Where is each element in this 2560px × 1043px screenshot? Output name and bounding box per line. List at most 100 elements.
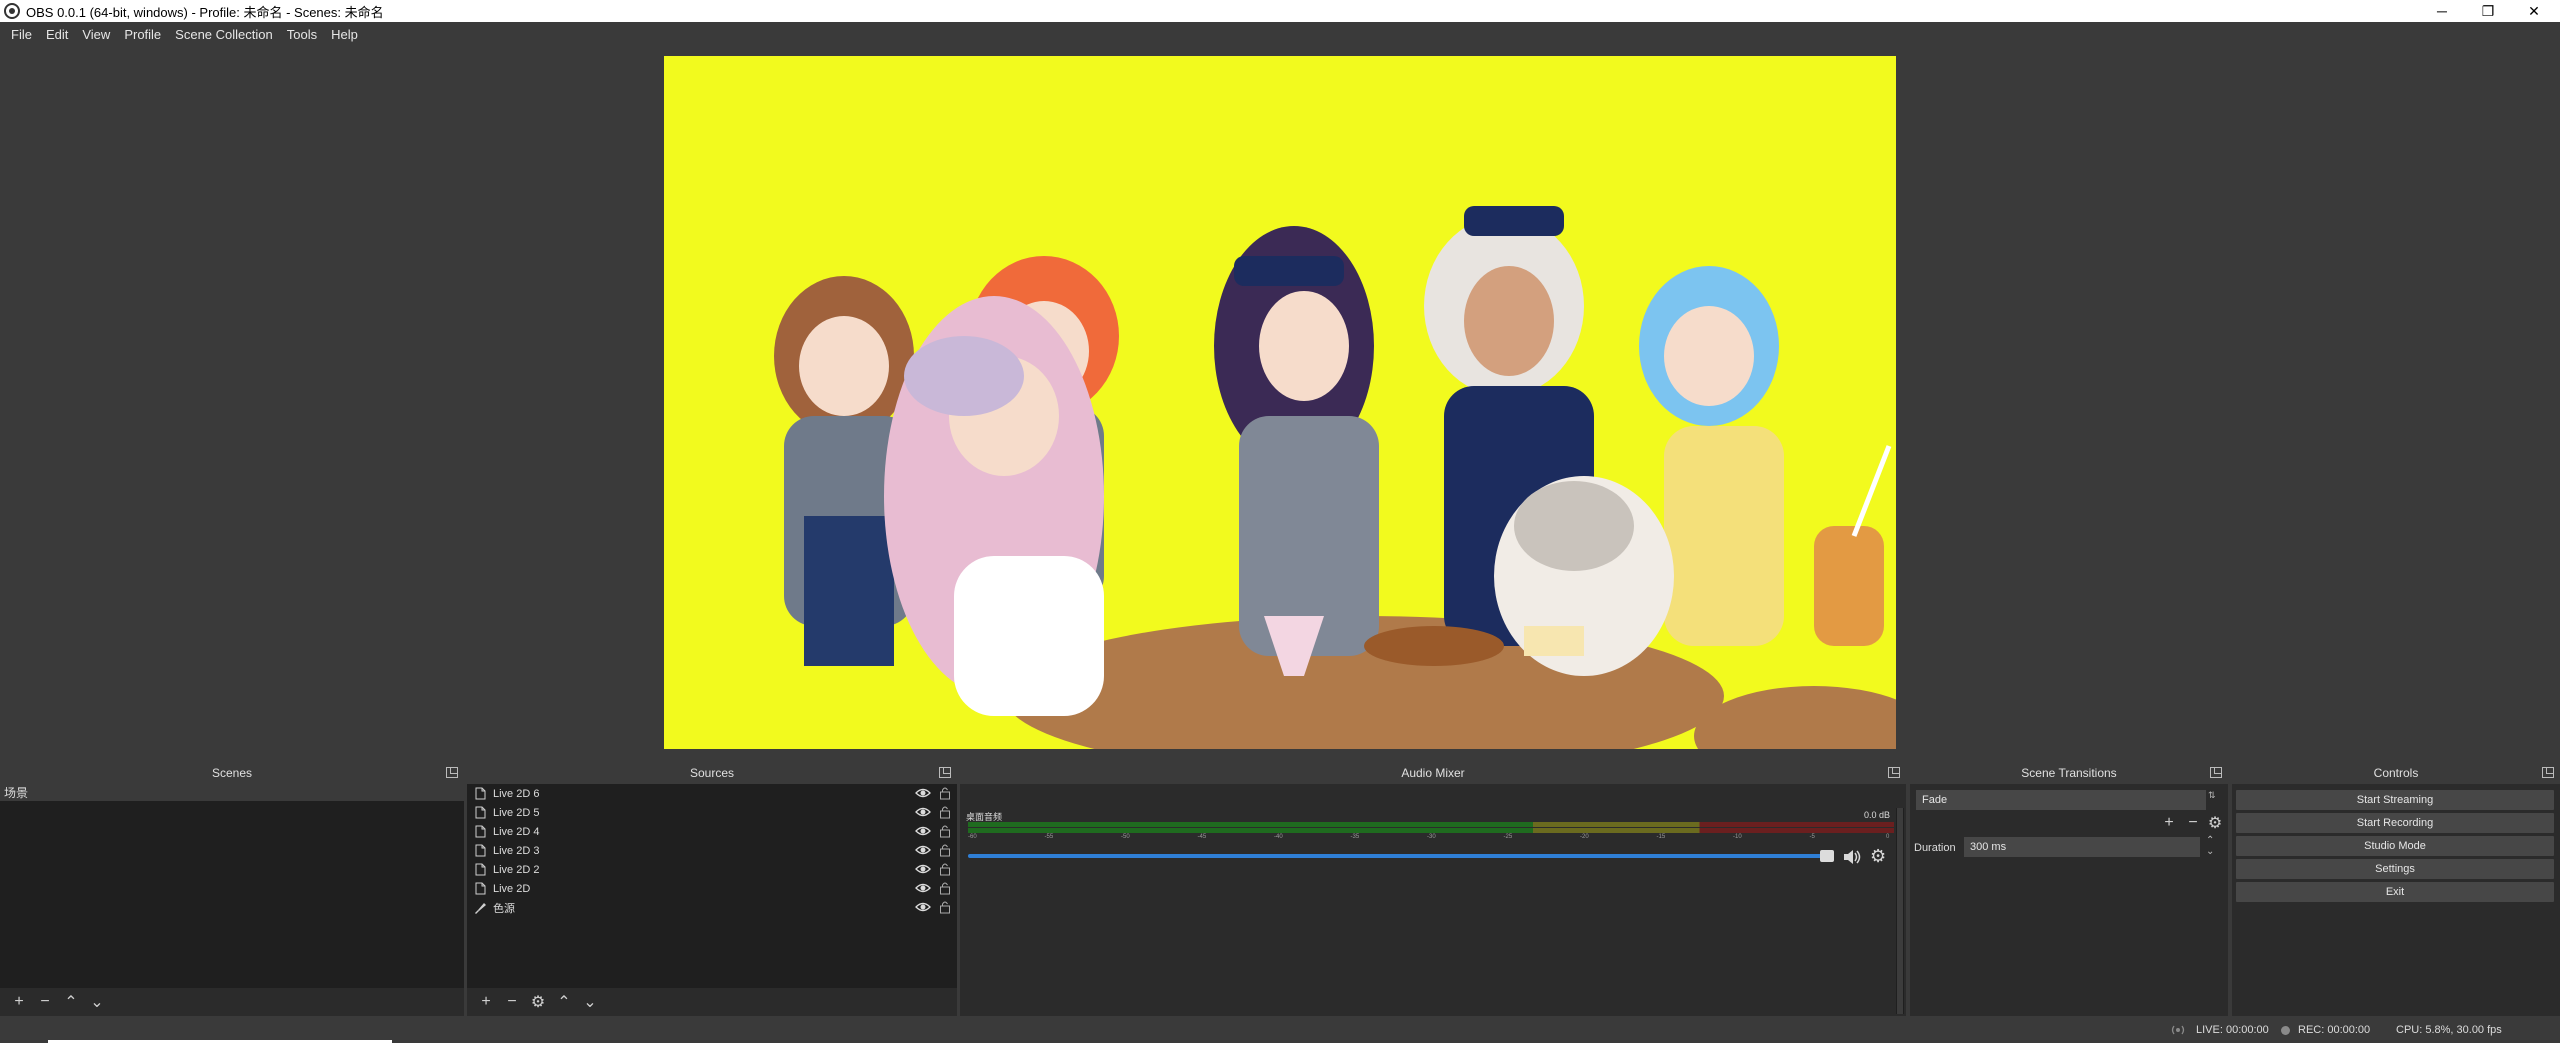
source-item-label: Live 2D 3 xyxy=(493,844,540,857)
source-item-label: Live 2D 4 xyxy=(493,825,540,838)
scene-item[interactable]: 场景 xyxy=(0,784,464,801)
rec-time: REC: 00:00:00 xyxy=(2298,1024,2371,1036)
audio-mixer-dock-title: Audio Mixer xyxy=(960,762,1906,784)
move-scene-down-button[interactable]: ⌄ xyxy=(84,991,110,1013)
lock-icon[interactable] xyxy=(939,862,951,876)
lock-icon[interactable] xyxy=(939,881,951,895)
visibility-eye-icon[interactable] xyxy=(915,863,931,875)
live-time: LIVE: 00:00:00 xyxy=(2196,1024,2269,1036)
move-source-down-button[interactable]: ⌄ xyxy=(577,991,603,1013)
source-properties-gear-icon[interactable]: ⚙ xyxy=(525,991,551,1013)
meter-tick-label: 0 xyxy=(1886,834,1890,840)
mixer-track: 桌面音频 0.0 dB -60 -55 -50 -45 -40 -35 -30 -25 -20-… xyxy=(962,808,1894,868)
menu-profile[interactable]: Profile xyxy=(117,27,168,42)
volume-slider-handle[interactable] xyxy=(1820,850,1834,862)
move-scene-up-button[interactable]: ⌃ xyxy=(58,991,84,1013)
source-item-label: 色源 xyxy=(493,902,515,915)
menu-scene-collection[interactable]: Scene Collection xyxy=(168,27,280,42)
lock-icon[interactable] xyxy=(939,843,951,857)
speaker-icon[interactable] xyxy=(1842,848,1862,866)
source-item[interactable]: Live 2D xyxy=(467,879,957,898)
meter-tick-label: -15 xyxy=(1656,834,1666,840)
visibility-eye-icon[interactable] xyxy=(915,825,931,837)
visibility-eye-icon[interactable] xyxy=(915,844,931,856)
settings-button[interactable]: Settings xyxy=(2236,859,2554,879)
source-item[interactable]: 色源 xyxy=(467,898,957,917)
source-item[interactable]: Live 2D 3 xyxy=(467,841,957,860)
mixer-body: 桌面音频 0.0 dB -60 -55 -50 -45 -40 -35 -30 -25 -20-… xyxy=(960,784,1906,1016)
volume-meter-right xyxy=(968,828,1894,833)
audio-mixer-title: Audio Mixer xyxy=(1401,766,1465,780)
meter-tick-label: -45 xyxy=(1197,834,1207,840)
meter-tick-label: -20 xyxy=(1580,834,1589,840)
float-dock-icon[interactable] xyxy=(1888,767,1900,778)
window-title: OBS 0.0.1 (64-bit, windows) - Profile: 未… xyxy=(26,4,384,20)
add-source-button[interactable]: + xyxy=(473,991,499,1013)
visibility-eye-icon[interactable] xyxy=(915,882,931,894)
source-item[interactable]: Live 2D 2 xyxy=(467,860,957,879)
meter-tick-label: -60 xyxy=(968,834,977,840)
duration-label: Duration xyxy=(1914,842,1956,854)
restore-button[interactable]: ❐ xyxy=(2466,0,2510,22)
studio-mode-button[interactable]: Studio Mode xyxy=(2236,836,2554,856)
source-item-label: Live 2D 5 xyxy=(493,806,540,819)
source-item[interactable]: Live 2D 5 xyxy=(467,803,957,822)
track-db: 0.0 dB xyxy=(1863,810,1890,820)
visibility-eye-icon[interactable] xyxy=(915,787,931,799)
source-item[interactable]: Live 2D 4 xyxy=(467,822,957,841)
transition-select-arrows-icon[interactable]: ⇅ xyxy=(2208,790,2216,801)
menu-edit[interactable]: Edit xyxy=(39,27,75,42)
sources-dock-title: Sources xyxy=(467,762,957,784)
sources-list[interactable]: Live 2D 6 Live 2D 5 Live 2D 4 Live 2D 3 Live… xyxy=(467,784,957,988)
minimize-button[interactable]: ─ xyxy=(2420,0,2464,22)
meter-tick-label: -25 xyxy=(1503,834,1513,840)
file-icon xyxy=(473,806,487,820)
volume-slider[interactable] xyxy=(968,854,1828,858)
lock-icon[interactable] xyxy=(939,900,951,914)
float-dock-icon[interactable] xyxy=(446,767,458,778)
source-item-label: Live 2D 6 xyxy=(493,787,540,800)
add-transition-button[interactable]: + xyxy=(2156,812,2182,834)
float-dock-icon[interactable] xyxy=(939,767,951,778)
duration-spin-icon[interactable]: ⌃ ⌄ xyxy=(2206,835,2214,857)
preview-canvas[interactable] xyxy=(664,56,1896,749)
start-streaming-button[interactable]: Start Streaming xyxy=(2236,790,2554,810)
menu-tools[interactable]: Tools xyxy=(280,27,324,42)
mixer-gear-icon[interactable]: ⚙ xyxy=(1870,846,1886,867)
transition-gear-icon[interactable]: ⚙ xyxy=(2202,812,2228,834)
visibility-eye-icon[interactable] xyxy=(915,806,931,818)
file-icon xyxy=(473,787,487,801)
menu-view[interactable]: View xyxy=(75,27,117,42)
scenes-dock: Scenes 场景 + − ⌃ ⌄ xyxy=(0,762,464,1016)
duration-value: 300 ms xyxy=(1970,841,2007,853)
remove-scene-button[interactable]: − xyxy=(32,991,58,1013)
move-source-up-button[interactable]: ⌃ xyxy=(551,991,577,1013)
exit-button[interactable]: Exit xyxy=(2236,882,2554,902)
start-recording-button[interactable]: Start Recording xyxy=(2236,813,2554,833)
close-button[interactable]: ✕ xyxy=(2512,0,2556,22)
source-item[interactable]: Live 2D 6 xyxy=(467,784,957,803)
add-scene-button[interactable]: + xyxy=(6,991,32,1013)
controls-title: Controls xyxy=(2373,766,2419,780)
menu-help[interactable]: Help xyxy=(324,27,365,42)
menu-file[interactable]: File xyxy=(4,27,39,42)
mixer-scrollbar-thumb[interactable] xyxy=(1897,808,1903,1014)
scene-transitions-dock-title: Scene Transitions xyxy=(1910,762,2228,784)
file-icon xyxy=(473,863,487,877)
mixer-scrollbar[interactable] xyxy=(1896,808,1904,1014)
visibility-eye-icon[interactable] xyxy=(915,901,931,913)
dock-area: Scenes 场景 + − ⌃ ⌄ Sources Live 2D 6 Live … xyxy=(0,762,2560,1016)
scenes-list[interactable]: 场景 xyxy=(0,784,464,988)
float-dock-icon[interactable] xyxy=(2542,767,2554,778)
lock-icon[interactable] xyxy=(939,824,951,838)
source-item-label: Live 2D 2 xyxy=(493,863,540,876)
float-dock-icon[interactable] xyxy=(2210,767,2222,778)
sources-toolbar: + − ⚙ ⌃ ⌄ xyxy=(467,988,957,1016)
meter-tick-label: -40 xyxy=(1274,834,1283,840)
remove-source-button[interactable]: − xyxy=(499,991,525,1013)
lock-icon[interactable] xyxy=(939,786,951,800)
file-icon xyxy=(473,882,487,896)
lock-icon[interactable] xyxy=(939,805,951,819)
transition-select[interactable]: Fade xyxy=(1916,790,2206,810)
duration-input[interactable]: 300 ms xyxy=(1964,837,2200,857)
